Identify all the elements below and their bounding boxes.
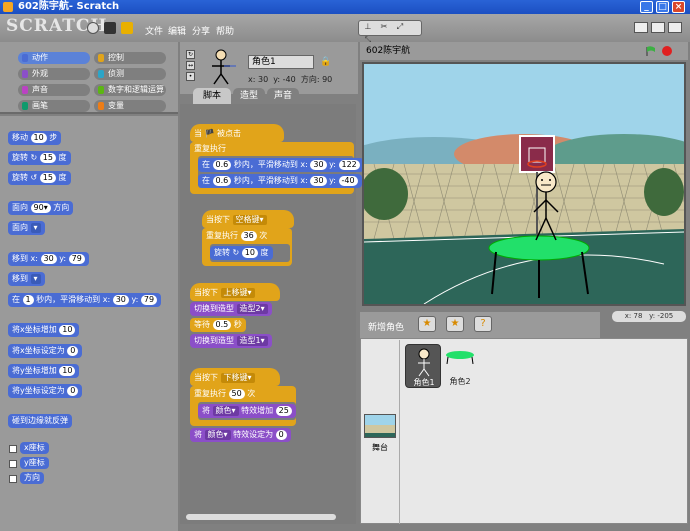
x-position-reporter[interactable]: x座标 xyxy=(20,442,49,454)
category-pen[interactable]: 画笔 xyxy=(18,100,90,112)
stage-tools: ⊥ ✂ ⤢⤡ xyxy=(358,20,422,44)
menu-edit[interactable]: 编辑 xyxy=(168,24,186,37)
glide-block[interactable]: 在 1 秒内，平滑移动到 x: 30 y: 79 xyxy=(8,293,162,307)
change-y-block[interactable]: 将y坐标增加 10 xyxy=(8,364,80,378)
scratch-app-icon xyxy=(3,2,13,12)
rotate-cw-icon: ↻ xyxy=(30,153,38,162)
switch-costume1-block[interactable]: 切换到造型 造型1▾ xyxy=(190,334,272,348)
y-position-reporter[interactable]: y座标 xyxy=(20,457,49,469)
stage-label: 舞台 xyxy=(372,443,388,452)
set-effect-block[interactable]: 将 颜色▾ 特效设定为 0 xyxy=(190,428,291,442)
category-motion[interactable]: 动作 xyxy=(18,52,90,64)
move-block[interactable]: 移动 10 步 xyxy=(8,131,62,145)
direction-reporter[interactable]: 方向 xyxy=(20,472,44,484)
script-scrollbar[interactable] xyxy=(186,514,336,520)
dropdown-icon[interactable]: ▾ xyxy=(30,223,41,233)
set-y-block[interactable]: 将y坐标设定为 0 xyxy=(8,384,83,398)
rotate-style-icon[interactable]: ↻ xyxy=(186,50,195,59)
wait-block[interactable]: 等待 0.5 秒 xyxy=(190,318,246,332)
project-title: 602陈宇航 xyxy=(366,46,411,56)
forever-label: 重复执行 xyxy=(190,142,230,156)
rotate-ccw-icon: ↺ xyxy=(30,173,38,182)
sprite-coords: x: 30 y: -40 方向: 90 xyxy=(248,75,333,84)
tab-costumes[interactable]: 造型 xyxy=(233,88,265,104)
minimize-icon[interactable]: _ xyxy=(640,1,653,13)
x-position-checkbox[interactable] xyxy=(9,445,17,453)
title-bar: 602陈宇航- Scratch _ □ × xyxy=(0,0,690,14)
turn-left-block[interactable]: 旋转 ↺ 15 度 xyxy=(8,171,71,185)
glide-block-1[interactable]: 在 0.6 秒内，平滑移动到 x: 30 y: 122 xyxy=(198,158,364,172)
menu-help[interactable]: 帮助 xyxy=(216,24,234,37)
grow-icon[interactable]: ⤢ xyxy=(393,22,407,34)
turn-10-block[interactable]: 旋转 ↻ 10 度 xyxy=(210,246,273,260)
new-sprite-label: 新增角色 xyxy=(368,323,405,333)
save-icon[interactable] xyxy=(104,22,116,34)
when-space-pressed-hat[interactable]: 当按下 空格键▾ xyxy=(202,210,294,228)
when-flag-clicked-hat[interactable]: 当 🏴 被点击 xyxy=(190,124,284,142)
small-stage-mode-icon[interactable] xyxy=(634,22,648,33)
set-x-block[interactable]: 将x坐标设定为 0 xyxy=(8,344,83,358)
random-sprite-icon[interactable]: ? xyxy=(474,316,492,332)
tab-sounds[interactable]: 声音 xyxy=(267,88,299,104)
flip-style-icon[interactable]: ↔ xyxy=(186,61,195,70)
tab-scripts[interactable]: 脚本 xyxy=(193,88,231,104)
switch-costume2-block[interactable]: 切换到造型 造型2▾ xyxy=(190,302,272,316)
category-operators[interactable]: 数字和逻辑运算 xyxy=(94,84,166,96)
normal-stage-mode-icon[interactable] xyxy=(651,22,665,33)
category-variables[interactable]: 变量 xyxy=(94,100,166,112)
scissors-icon[interactable]: ✂ xyxy=(377,22,391,34)
turn-right-block[interactable]: 旋转 ↻ 15 度 xyxy=(8,151,71,165)
menu-file[interactable]: 文件 xyxy=(145,24,163,37)
repeat-50-label: 重复执行 50 次 xyxy=(190,387,260,401)
goto-block[interactable]: 移到 ▾ xyxy=(8,272,45,286)
category-looks[interactable]: 外观 xyxy=(18,68,90,80)
y-position-checkbox[interactable] xyxy=(9,460,17,468)
category-sensing[interactable]: 侦测 xyxy=(94,68,166,80)
bounce-block[interactable]: 碰到边缘就反弹 xyxy=(8,414,72,428)
goto-xy-block[interactable]: 移到 x: 30 y: 79 xyxy=(8,252,89,266)
trampoline-sprite[interactable] xyxy=(484,234,594,304)
choose-sprite-file-icon[interactable]: ★ xyxy=(446,316,464,332)
category-control[interactable]: 控制 xyxy=(94,52,166,64)
stage-header: 602陈宇航 xyxy=(360,42,688,60)
when-down-pressed-hat[interactable]: 当按下 下移键▾ xyxy=(190,368,280,386)
point-direction-block[interactable]: 面向 90▾ 方向 xyxy=(8,201,74,215)
no-rotate-icon[interactable]: • xyxy=(186,72,195,81)
stage-thumbnail[interactable] xyxy=(364,414,396,438)
direction-checkbox[interactable] xyxy=(9,475,17,483)
change-effect-block[interactable]: 将 颜色▾ 特效增加 25 xyxy=(198,404,296,418)
close-icon[interactable]: × xyxy=(672,1,685,13)
sprite-name-field[interactable]: 角色1 xyxy=(248,55,314,69)
green-flag-icon[interactable] xyxy=(646,46,656,56)
menu-share[interactable]: 分享 xyxy=(192,24,210,37)
glide-block-2[interactable]: 在 0.6 秒内，平滑移动到 x: 30 y: -40 xyxy=(198,174,362,188)
stop-icon[interactable] xyxy=(662,46,672,56)
stage[interactable] xyxy=(362,62,686,306)
dropdown-icon[interactable]: ▾ xyxy=(30,274,41,284)
rotate-cw-icon: ↻ xyxy=(232,248,240,257)
stickman-sprite[interactable] xyxy=(526,170,566,244)
window-title: 602陈宇航- Scratch xyxy=(18,1,120,12)
repeat-36-label: 重复执行 36 次 xyxy=(202,229,272,243)
sprite-list-item-1[interactable]: 角色1 xyxy=(405,344,441,388)
when-up-pressed-hat[interactable]: 当按下 上移键▾ xyxy=(190,283,280,301)
share-icon[interactable] xyxy=(121,22,133,34)
sprite-thumbnail xyxy=(212,49,236,85)
sprite-list-item-2[interactable]: 角色2 xyxy=(444,350,476,388)
change-x-block[interactable]: 将x坐标增加 10 xyxy=(8,323,80,337)
maximize-icon[interactable]: □ xyxy=(656,1,669,13)
lock-icon[interactable]: 🔒 xyxy=(320,57,331,67)
category-sound[interactable]: 声音 xyxy=(18,84,90,96)
stamp-icon[interactable]: ⊥ xyxy=(361,22,375,34)
globe-icon[interactable] xyxy=(87,22,99,34)
paint-new-sprite-icon[interactable]: ★ xyxy=(418,316,436,332)
point-towards-block[interactable]: 面向 ▾ xyxy=(8,221,45,235)
presentation-mode-icon[interactable] xyxy=(668,22,682,33)
mouse-coords-readout: x: 78 y: -205 xyxy=(612,311,686,322)
